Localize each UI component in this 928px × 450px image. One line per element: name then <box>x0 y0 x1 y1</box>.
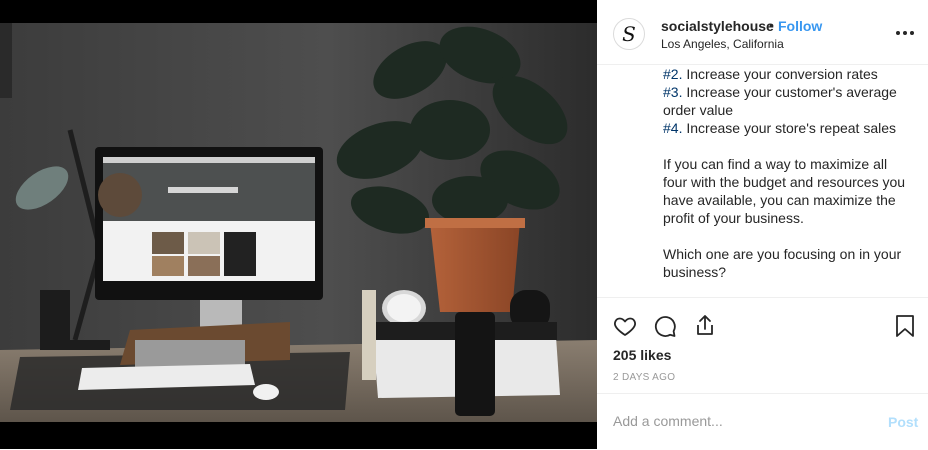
comment-box: Post <box>597 393 928 450</box>
likes-count[interactable]: 205 likes <box>613 347 671 363</box>
desk-scene-image <box>0 0 597 449</box>
post-header: S socialstylehouse • Follow Los Angeles,… <box>597 0 928 65</box>
post-photo[interactable] <box>0 0 597 449</box>
caption-text: Increase your conversion rates <box>682 66 878 82</box>
bookmark-icon[interactable] <box>894 314 916 338</box>
caption-item: #4. Increase your store's repeat sales <box>663 119 915 137</box>
caption-item: #3. Increase your customer's average ord… <box>663 83 915 119</box>
heart-icon[interactable] <box>613 314 637 338</box>
username-link[interactable]: socialstylehouse <box>661 18 774 34</box>
separator-dot: • <box>769 17 774 33</box>
caption-text: Increase your store's repeat sales <box>682 120 897 136</box>
comment-input[interactable] <box>613 408 873 434</box>
share-icon[interactable] <box>693 313 717 337</box>
post-timestamp[interactable]: 2 DAYS AGO <box>613 372 675 383</box>
post-side-panel: S socialstylehouse • Follow Los Angeles,… <box>597 0 928 449</box>
comment-icon[interactable] <box>653 314 677 338</box>
caption-paragraph: If you can find a way to maximize all fo… <box>663 156 906 226</box>
avatar-letter: S <box>622 22 636 46</box>
hashtag-link[interactable]: #3. <box>663 84 682 100</box>
caption-item: #2. Increase your conversion rates <box>663 65 915 83</box>
follow-button[interactable]: Follow <box>778 18 822 34</box>
hashtag-link[interactable]: #4. <box>663 120 682 136</box>
post-comment-button[interactable]: Post <box>888 414 918 430</box>
caption-paragraph: Which one are you focusing on in your bu… <box>663 246 902 280</box>
hashtag-link[interactable]: #2. <box>663 66 682 82</box>
caption-text: Increase your customer's average order v… <box>663 84 897 118</box>
avatar[interactable]: S <box>613 18 645 50</box>
post-caption: ​ #2. Increase your conversion rates #3.… <box>597 64 928 297</box>
more-horizontal-icon[interactable] <box>893 24 917 42</box>
location-link[interactable]: Los Angeles, California <box>661 37 784 51</box>
